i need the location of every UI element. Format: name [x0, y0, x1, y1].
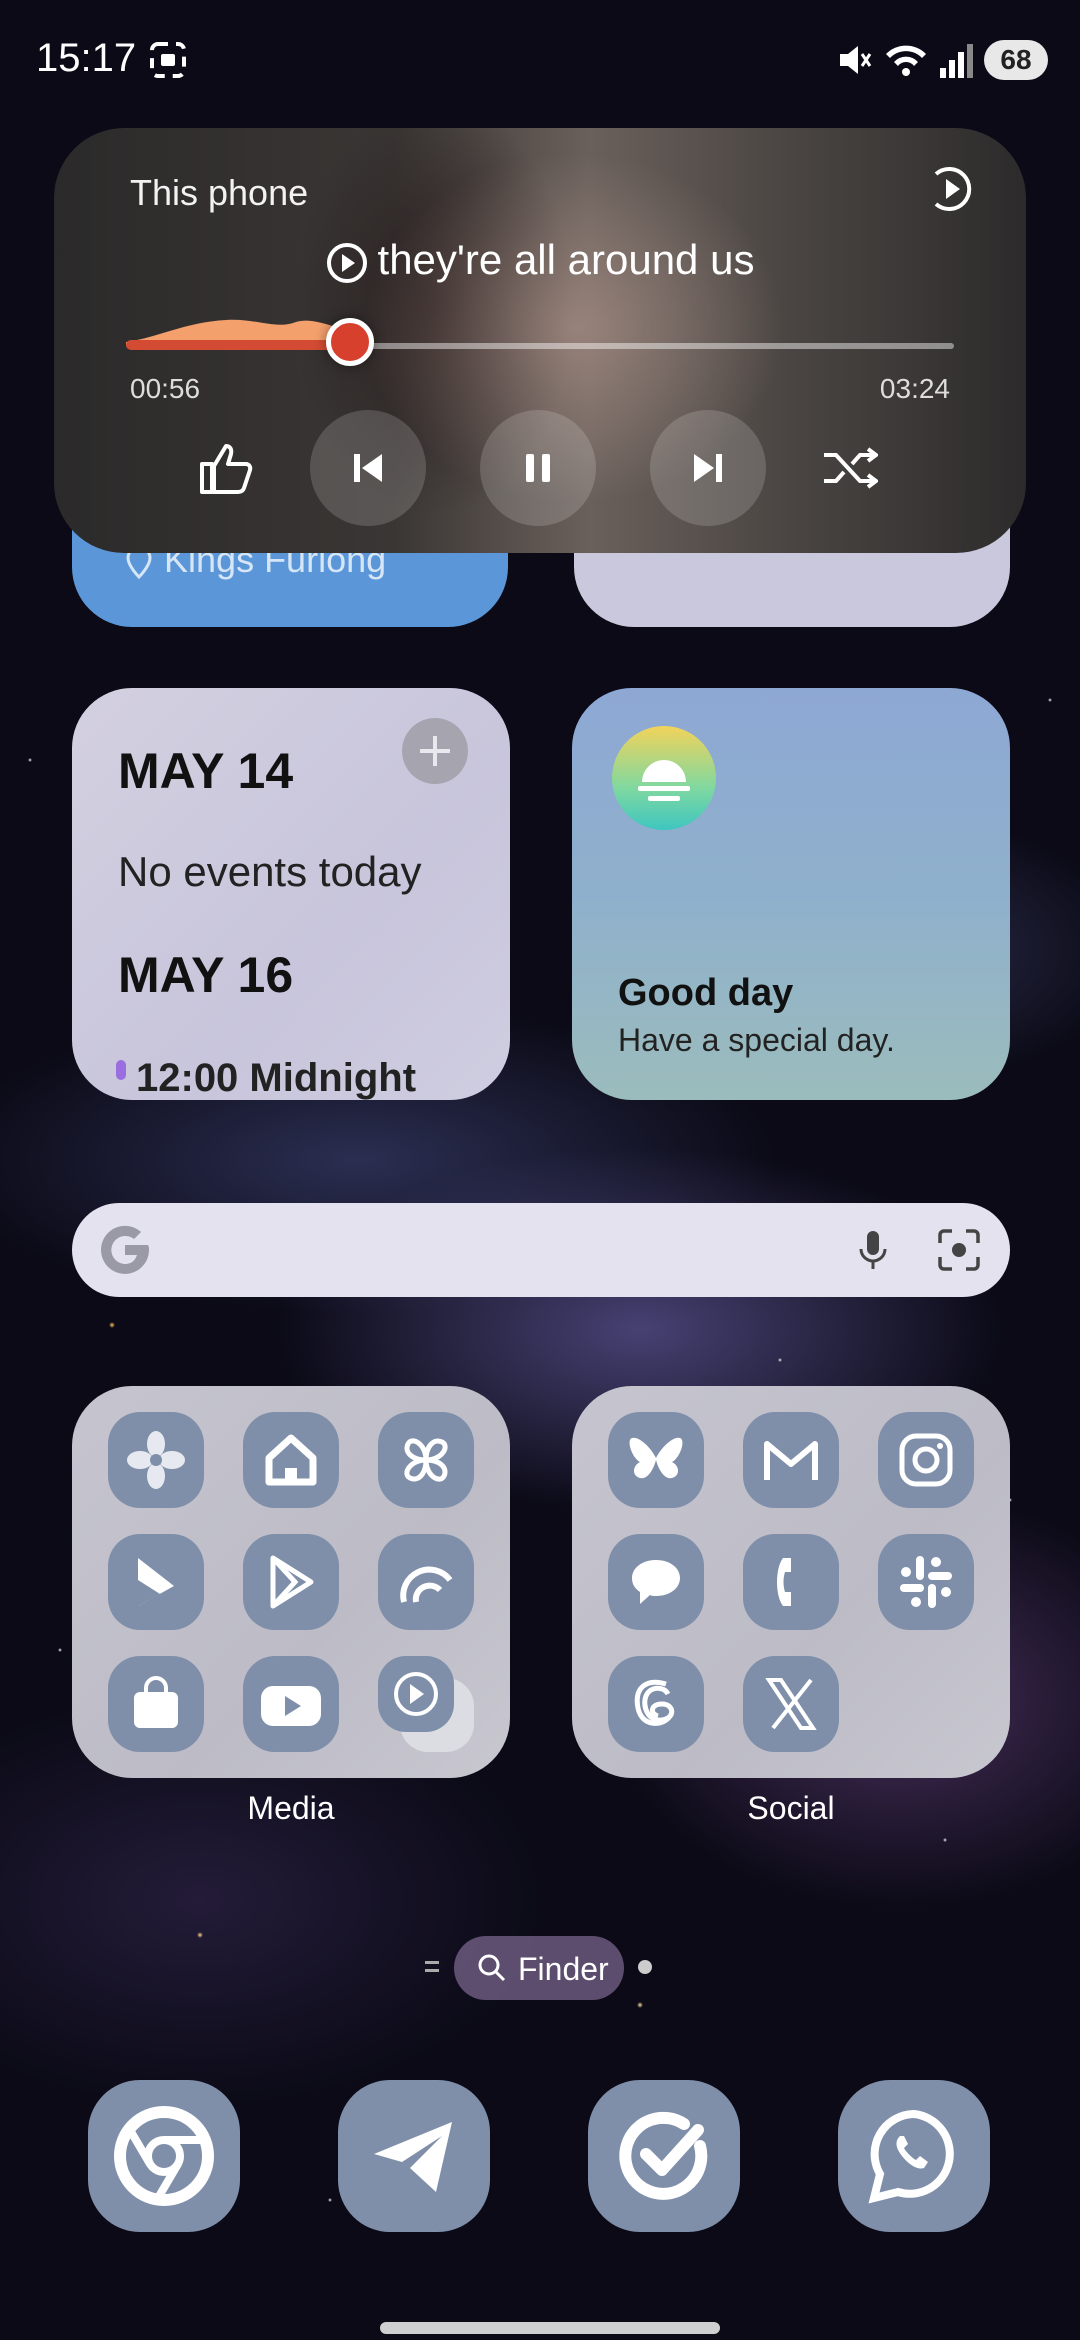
pause-button[interactable]	[480, 410, 596, 526]
galaxy-store-icon[interactable]	[108, 1656, 204, 1752]
mute-icon	[840, 46, 872, 74]
add-event-button[interactable]	[402, 718, 468, 784]
lens-icon[interactable]	[934, 1225, 984, 1275]
thumbs-up-icon	[200, 444, 253, 494]
duration: 03:24	[879, 373, 950, 404]
shuffle-icon	[824, 447, 878, 489]
google-logo	[101, 1225, 149, 1274]
youtube-icon[interactable]	[243, 1656, 339, 1752]
track-title: they're all around us	[377, 236, 755, 283]
pinwheel-icon[interactable]	[378, 1412, 474, 1508]
telegram-icon[interactable]	[338, 2080, 490, 2232]
social-folder[interactable]	[572, 1386, 1010, 1778]
play-service-icon	[326, 242, 367, 283]
youtube-music-icon[interactable]	[378, 1656, 474, 1752]
play-store-icon[interactable]	[243, 1534, 339, 1630]
instagram-icon[interactable]	[878, 1412, 974, 1508]
mic-icon[interactable]	[848, 1225, 898, 1275]
calendar-widget[interactable]: MAY 14 No events today MAY 16 12:00 Midn…	[72, 688, 510, 1100]
weather-sun-icon	[612, 726, 716, 830]
media-source: This phone	[130, 172, 309, 213]
finder-button[interactable]: Finder	[454, 1936, 624, 2000]
media-folder-label: Media	[247, 1790, 335, 1826]
shuffle-button[interactable]	[792, 410, 908, 526]
calendar-date-1: MAY 14	[118, 743, 294, 799]
status-time: 15:17	[36, 36, 137, 80]
screenshot-icon	[150, 42, 186, 78]
social-folder-label: Social	[747, 1790, 835, 1826]
current-time: 00:56	[130, 373, 201, 404]
calendar-date-2: MAY 16	[118, 947, 294, 1003]
like-button[interactable]	[168, 410, 284, 526]
track-title-row: they're all around us	[54, 236, 1026, 284]
seek-bar-track	[354, 343, 954, 349]
bluesky-icon[interactable]	[608, 1412, 704, 1508]
navigation-handle[interactable]	[380, 2322, 720, 2334]
seek-bar-thumb[interactable]	[325, 318, 374, 366]
gmail-icon[interactable]	[743, 1412, 839, 1508]
event-partial[interactable]: 12:00 Midnight	[136, 1056, 416, 1100]
status-bar: 15:17 68	[0, 0, 1080, 120]
no-events-text: No events today	[118, 848, 422, 895]
pause-icon	[526, 454, 550, 482]
bandlab-icon[interactable]	[108, 1534, 204, 1630]
next-button[interactable]	[650, 410, 766, 526]
previous-icon	[354, 454, 382, 482]
media-player-card[interactable]: This phone they're all around us 00:56 0…	[54, 128, 1026, 553]
previous-button[interactable]	[310, 410, 426, 526]
google-search-bar[interactable]	[72, 1203, 1010, 1297]
weather-subtitle: Have a special day.	[618, 1022, 895, 1058]
smartthings-icon[interactable]	[243, 1412, 339, 1508]
signal-icon	[940, 44, 973, 78]
threads-icon[interactable]	[608, 1656, 704, 1752]
page-list-icon[interactable]	[422, 1957, 442, 1977]
chrome-icon[interactable]	[88, 2080, 240, 2232]
arc-icon[interactable]	[378, 1534, 474, 1630]
gallery-icon[interactable]	[108, 1412, 204, 1508]
battery-indicator: 68	[984, 40, 1048, 80]
media-folder[interactable]	[72, 1386, 510, 1778]
wifi-icon	[886, 45, 926, 76]
next-icon	[694, 454, 722, 482]
page-indicator-dot	[638, 1960, 652, 1974]
seek-bar-progress	[126, 340, 350, 350]
phone-icon[interactable]	[743, 1534, 839, 1630]
slack-icon[interactable]	[878, 1534, 974, 1630]
weather-widget[interactable]: Good day Have a special day.	[572, 688, 1010, 1100]
plus-icon	[420, 736, 450, 766]
search-icon	[478, 1954, 506, 1982]
finder-label: Finder	[518, 1951, 609, 1987]
messages-icon[interactable]	[608, 1534, 704, 1630]
x-icon[interactable]	[743, 1656, 839, 1752]
output-device-icon[interactable]	[926, 164, 976, 214]
tasks-icon[interactable]	[588, 2080, 740, 2232]
weather-title: Good day	[618, 972, 794, 1014]
event-color-dot	[116, 1060, 126, 1080]
whatsapp-icon[interactable]	[838, 2080, 990, 2232]
